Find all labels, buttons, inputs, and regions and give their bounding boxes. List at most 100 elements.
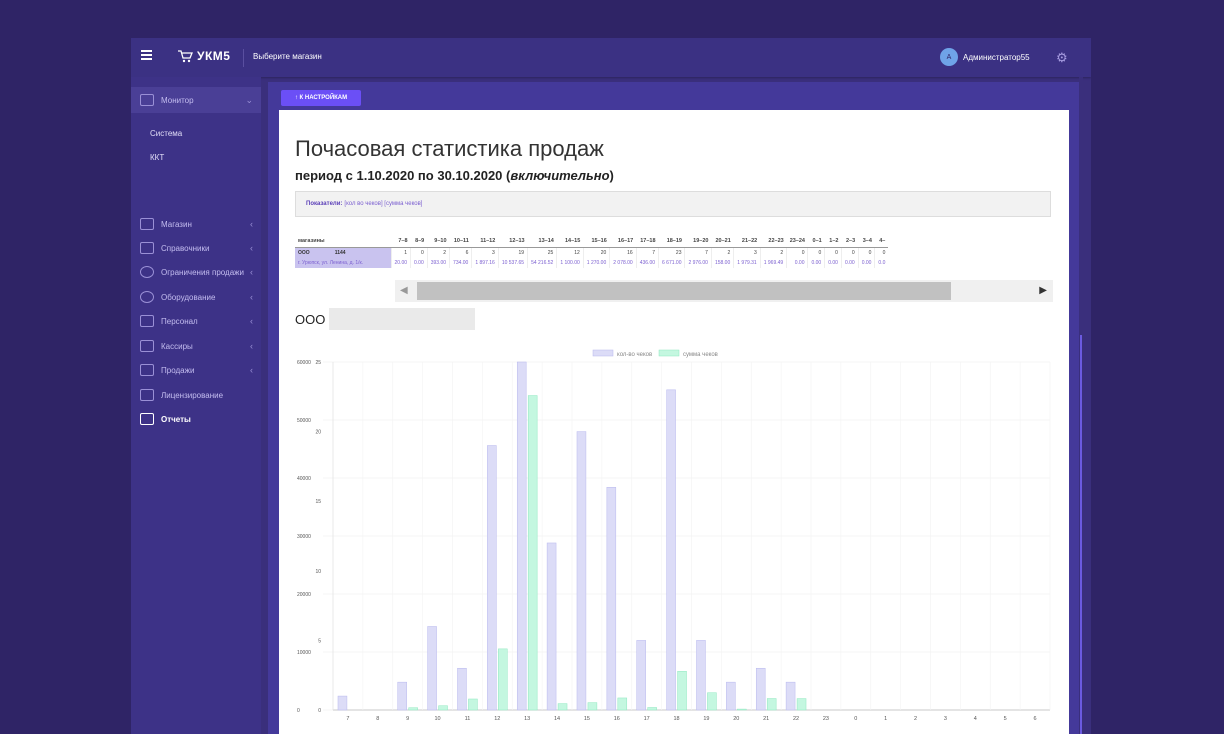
bar-sum xyxy=(617,697,628,711)
count-cell: 23 xyxy=(658,247,685,258)
x-tick-label: 9 xyxy=(406,716,409,722)
x-tick-label: 14 xyxy=(554,716,560,722)
sidebar-item-shop[interactable]: Магазин ‹ xyxy=(131,214,261,234)
column-header-hour: 21–22 xyxy=(733,235,761,248)
sidebar-subitem-kkt[interactable]: ККТ xyxy=(150,153,164,162)
sidebar-item-label: Продажи xyxy=(161,365,195,375)
sidebar-subitem-system[interactable]: Система xyxy=(150,129,182,138)
page-scrollbar[interactable] xyxy=(1079,77,1083,734)
x-tick-label: 19 xyxy=(703,716,709,722)
indicators-label: Показатели: xyxy=(306,201,343,207)
table-header-row: магазины 7–8 8–9 9–10 10–11 11–12 12–13 13–14 14… xyxy=(295,235,889,248)
shop-selector[interactable]: Выберите магазин xyxy=(253,52,322,61)
column-header-shops: магазины xyxy=(295,235,391,248)
y-tick-label-right: 0 xyxy=(318,708,321,714)
back-to-settings-button[interactable]: ↑ К НАСТРОЙКАМ xyxy=(281,90,361,106)
column-header-hour: 8–9 xyxy=(410,235,428,248)
shop-icon xyxy=(140,218,154,230)
x-tick-label: 12 xyxy=(494,716,500,722)
x-tick-label: 15 xyxy=(584,716,590,722)
sidebar-item-label: Ограничения продажи xyxy=(161,267,244,277)
x-tick-label: 16 xyxy=(614,716,620,722)
count-cell: 0 xyxy=(807,247,825,258)
sidebar-item-restrictions[interactable]: Ограничения продажи ‹ xyxy=(131,262,261,282)
bar-sum xyxy=(468,698,478,711)
app-window: УКМ5 Выберите магазин A Администратор55 … xyxy=(131,38,1091,734)
list-icon xyxy=(140,242,154,254)
avatar: A xyxy=(940,48,958,66)
column-header-hour: 10–11 xyxy=(449,235,472,248)
x-tick-label: 3 xyxy=(944,716,947,722)
bar-count xyxy=(636,640,646,711)
scrollbar-thumb[interactable] xyxy=(417,282,951,300)
x-tick-label: 1 xyxy=(884,716,887,722)
app-logo[interactable]: УКМ5 xyxy=(177,49,230,63)
bar-sum xyxy=(557,703,568,711)
bar-count xyxy=(457,667,467,711)
edit-icon xyxy=(140,413,154,425)
sum-cell: 0.00 xyxy=(786,258,808,268)
count-cell: 16 xyxy=(609,247,637,258)
column-header-hour: 7–8 xyxy=(391,235,411,248)
shop-address-cell: г. Урюпск, ул. Ленина, д. 1/к. xyxy=(295,258,391,268)
legend-swatch xyxy=(592,349,614,357)
sidebar-item-reports[interactable]: Отчеты xyxy=(131,409,261,429)
scroll-right-arrow-icon[interactable]: ▶ xyxy=(1039,285,1047,296)
y-tick-label-right: 5 xyxy=(318,638,321,644)
bar-count xyxy=(666,389,676,711)
sum-cell: 0.00 xyxy=(857,258,875,268)
table-row-sums: г. Урюпск, ул. Ленина, д. 1/к. 20.00 0.00 3… xyxy=(295,258,889,268)
count-cell: 2 xyxy=(759,247,787,258)
chevron-left-icon: ‹ xyxy=(250,365,253,375)
bar-sum xyxy=(677,671,687,711)
user-menu[interactable]: A Администратор55 xyxy=(940,48,1030,66)
x-tick-label: 2 xyxy=(914,716,917,722)
x-tick-label: 5 xyxy=(1004,716,1007,722)
sum-cell: 0.00 xyxy=(807,258,825,268)
sidebar-item-references[interactable]: Справочники ‹ xyxy=(131,238,261,258)
sum-cell: 436.00 xyxy=(635,258,659,268)
x-tick-label: 23 xyxy=(823,716,829,722)
period-suffix: ) xyxy=(609,168,614,183)
page-title: Почасовая статистика продаж xyxy=(295,136,604,161)
sum-cell: 1 979.31 xyxy=(733,258,761,268)
settings-gear-icon[interactable]: ⚙ xyxy=(1056,51,1069,64)
sum-cell: 1 270.00 xyxy=(582,258,610,268)
lock-icon xyxy=(140,389,154,401)
scroll-left-arrow-icon[interactable]: ◀ xyxy=(400,285,408,296)
shop-code: 1144 xyxy=(334,250,346,256)
bar-count xyxy=(337,695,348,711)
sidebar-item-licensing[interactable]: Лицензирование xyxy=(131,385,261,405)
chevron-left-icon: ‹ xyxy=(250,219,253,229)
top-bar: УКМ5 Выберите магазин A Администратор55 … xyxy=(131,38,1091,77)
bar-count xyxy=(755,667,766,711)
table-horizontal-scrollbar[interactable]: ◀ ▶ xyxy=(395,280,1053,302)
sidebar-item-staff[interactable]: Персонал ‹ xyxy=(131,311,261,331)
indicators-box: Показатели: [кол во чеков] [сумма чеков] xyxy=(295,191,1051,217)
column-header-hour: 1–2 xyxy=(824,235,842,248)
x-tick-label: 6 xyxy=(1034,716,1037,722)
y-tick-label-right: 15 xyxy=(315,499,321,505)
gear-icon xyxy=(140,291,154,303)
sidebar-item-equipment[interactable]: Оборудование ‹ xyxy=(131,287,261,307)
column-header-hour: 18–19 xyxy=(658,235,685,248)
x-tick-label: 8 xyxy=(376,716,379,722)
x-tick-label: 18 xyxy=(674,716,680,722)
organization-name: ООО xyxy=(295,312,326,327)
indicators-value[interactable]: [кол во чеков] [сумма чеков] xyxy=(344,201,422,207)
user-name: Администратор55 xyxy=(963,52,1030,62)
hamburger-menu-icon[interactable] xyxy=(141,50,152,60)
sidebar-item-sales[interactable]: Продажи ‹ xyxy=(131,360,261,380)
count-cell: 25 xyxy=(527,247,557,258)
x-tick-label: 11 xyxy=(465,716,471,722)
count-cell: 0 xyxy=(410,247,428,258)
sidebar: Монитор ⌄ Система ККТ Магазин ‹ Справочни… xyxy=(131,77,261,734)
column-header-hour: 13–14 xyxy=(527,235,557,248)
bar-sum xyxy=(737,708,747,711)
column-header-hour: 23–24 xyxy=(786,235,808,248)
sidebar-item-monitor[interactable]: Монитор ⌄ xyxy=(131,87,261,113)
sidebar-item-cashiers[interactable]: Кассиры ‹ xyxy=(131,336,261,356)
y-tick-label-left: 50000 xyxy=(297,418,311,424)
period-text: период с 1.10.2020 по 30.10.2020 ( xyxy=(295,168,511,183)
y-tick-label-right: 25 xyxy=(315,360,321,366)
